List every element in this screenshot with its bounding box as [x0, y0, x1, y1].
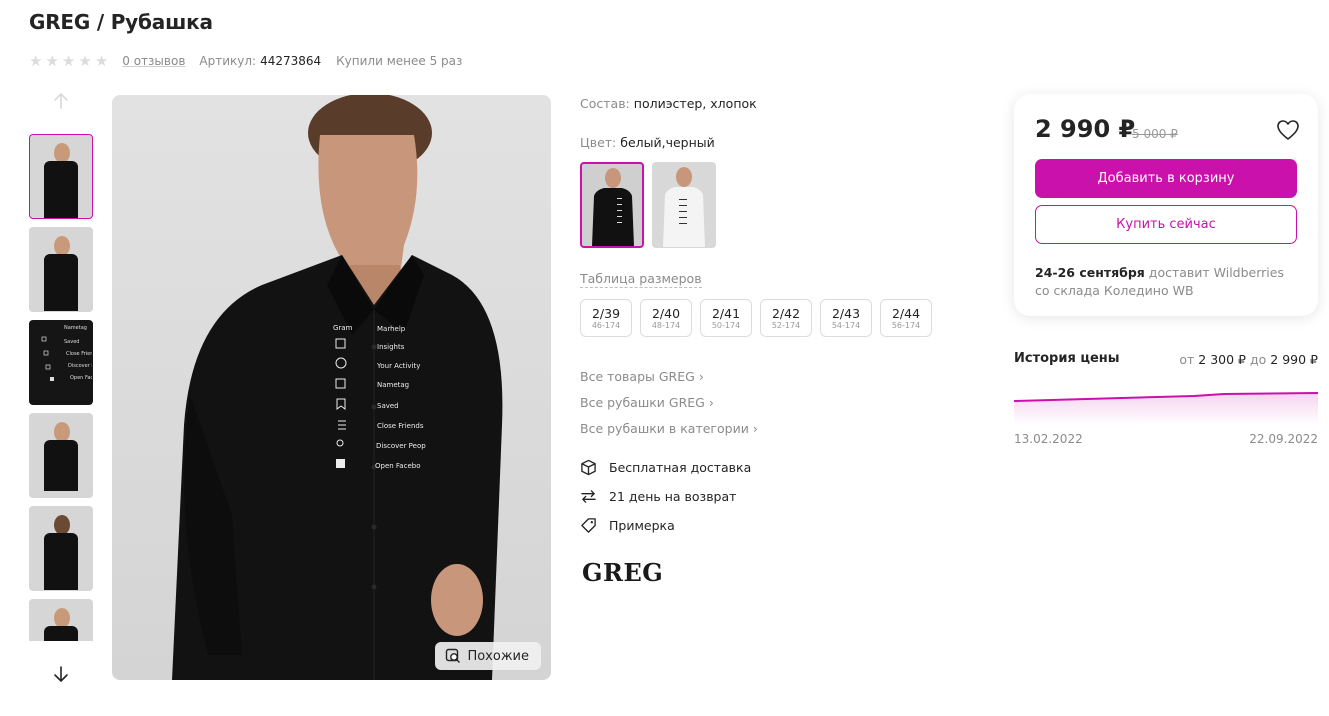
star-icon: ★	[78, 51, 92, 70]
article-label: Артикул:	[199, 54, 257, 68]
size-option[interactable]: 2/41 50-174	[700, 299, 752, 337]
price-old: 5 000 ₽	[1132, 127, 1178, 141]
reviews-link[interactable]: 0 отзывов	[122, 54, 185, 68]
star-icon: ★	[45, 51, 59, 70]
product-title: GREG / Рубашка	[29, 10, 213, 34]
heart-icon[interactable]	[1276, 119, 1300, 141]
svg-text:Discover Peop: Discover Peop	[376, 442, 426, 450]
tag-icon	[581, 518, 596, 533]
delivery-info: 24-26 сентября доставит Wildberries со с…	[1035, 264, 1284, 300]
thumbnail-4[interactable]	[29, 413, 93, 498]
svg-text:Saved: Saved	[64, 339, 79, 345]
size-option[interactable]: 2/43 54-174	[820, 299, 872, 337]
brand-logo[interactable]: GREG	[582, 558, 663, 587]
star-icon: ★	[29, 51, 43, 70]
shirt-print-text: Gram	[333, 324, 353, 332]
bought-count: Купили менее 5 раз	[336, 54, 463, 68]
composition: Состав: полиэстер, хлопок	[580, 96, 757, 111]
thumbnail-6[interactable]	[29, 599, 93, 641]
feature-free-delivery: Бесплатная доставка	[580, 459, 751, 476]
svg-text:Saved: Saved	[377, 402, 399, 410]
buy-now-button[interactable]: Купить сейчас	[1035, 205, 1297, 244]
link-all-category-shirts[interactable]: Все рубашки в категории ›	[580, 420, 758, 436]
svg-text:Open Face: Open Face	[70, 375, 93, 381]
thumbnail-list: Nametag Saved Close Friends Discover Peo Ope…	[29, 134, 93, 641]
delivery-warehouse: со склада Коледино WB	[1035, 283, 1194, 298]
article-value[interactable]: 44273864	[260, 54, 321, 68]
price-history-range: от 2 300 ₽ до 2 990 ₽	[1179, 352, 1318, 367]
svg-text:Discover Peo: Discover Peo	[68, 363, 93, 369]
feature-return: 21 день на возврат	[580, 488, 751, 505]
price-history-title: История цены	[1014, 351, 1120, 366]
main-product-image[interactable]: Gram Marhelp Insights Your Activity Name…	[112, 95, 551, 680]
composition-label: Состав:	[580, 96, 630, 111]
price-history-start-date: 13.02.2022	[1014, 432, 1083, 446]
delivery-date: 24-26 сентября	[1035, 265, 1145, 280]
color-swatch-white[interactable]	[652, 162, 716, 248]
star-icon: ★	[94, 51, 109, 70]
svg-text:Open Facebo: Open Facebo	[375, 462, 420, 470]
color-label: Цвет:	[580, 135, 617, 150]
svg-text:Close Friends: Close Friends	[66, 351, 93, 357]
size-option[interactable]: 2/42 52-174	[760, 299, 812, 337]
color-swatch-black[interactable]	[580, 162, 644, 248]
chevron-right-icon: ›	[698, 368, 704, 384]
color-line: Цвет: белый,черный	[580, 135, 715, 150]
svg-text:Nametag: Nametag	[64, 325, 87, 331]
price-history-chart[interactable]	[1014, 385, 1318, 425]
svg-text:Your Activity: Your Activity	[376, 362, 420, 370]
price-current: 2 990 ₽	[1035, 115, 1136, 143]
thumbnail-3[interactable]: Nametag Saved Close Friends Discover Peo Ope…	[29, 320, 93, 405]
color-value: белый,черный	[620, 135, 715, 150]
chevron-right-icon: ›	[752, 420, 758, 436]
svg-text:Nametag: Nametag	[377, 381, 409, 389]
search-similar-icon	[446, 648, 461, 663]
svg-text:Marhelp: Marhelp	[377, 325, 406, 333]
similar-button[interactable]: Похожие	[435, 642, 541, 670]
size-list: 2/39 46-174 2/40 48-174 2/41 50-174 2/42 52-…	[580, 299, 932, 337]
size-table-link[interactable]: Таблица размеров	[580, 271, 702, 288]
product-meta: ★ ★ ★ ★ ★ 0 отзывов Артикул: 44273864 Ку…	[29, 52, 462, 70]
size-option[interactable]: 2/40 48-174	[640, 299, 692, 337]
price-card: 2 990 ₽ 5 000 ₽ Добавить в корзину Купит…	[1014, 94, 1318, 316]
rating-stars: ★ ★ ★ ★ ★	[29, 51, 109, 70]
delivery-text: доставит Wildberries	[1144, 265, 1284, 280]
size-option[interactable]: 2/39 46-174	[580, 299, 632, 337]
svg-text:Close Friends: Close Friends	[377, 422, 424, 430]
add-to-cart-button[interactable]: Добавить в корзину	[1035, 159, 1297, 198]
brand-links: Все товары GREG › Все рубашки GREG › Все р…	[580, 368, 758, 436]
chevron-right-icon: ›	[708, 394, 714, 410]
thumbnail-1[interactable]	[29, 134, 93, 219]
price-history-end-date: 22.09.2022	[1249, 432, 1318, 446]
thumbnail-5[interactable]	[29, 506, 93, 591]
model-illustration: Gram Marhelp Insights Your Activity Name…	[172, 95, 503, 680]
color-swatches	[580, 162, 716, 248]
thumbnail-2[interactable]	[29, 227, 93, 312]
feature-fitting: Примерка	[580, 517, 751, 534]
arrow-down-icon[interactable]	[49, 664, 73, 684]
size-option[interactable]: 2/44 56-174	[880, 299, 932, 337]
link-all-brand-products[interactable]: Все товары GREG ›	[580, 368, 758, 384]
similar-label: Похожие	[467, 648, 529, 664]
composition-value: полиэстер, хлопок	[633, 96, 757, 111]
link-all-brand-shirts[interactable]: Все рубашки GREG ›	[580, 394, 758, 410]
svg-text:Insights: Insights	[377, 343, 405, 351]
star-icon: ★	[61, 51, 76, 70]
box-icon	[581, 459, 596, 476]
arrow-up-icon[interactable]	[49, 91, 73, 111]
features-list: Бесплатная доставка 21 день на возврат П…	[580, 459, 751, 534]
return-arrows-icon	[581, 490, 596, 503]
